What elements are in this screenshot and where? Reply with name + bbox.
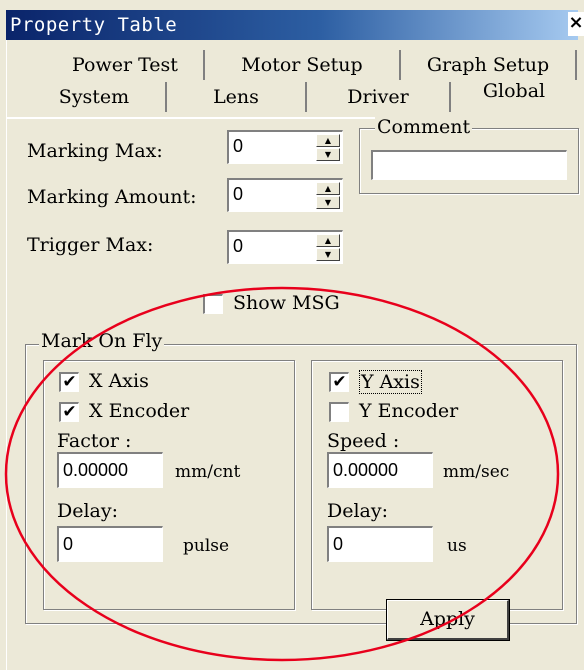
spin-down-icon[interactable]: ▼ (316, 196, 340, 209)
marking-amount-stepper[interactable]: 0 ▲ ▼ (227, 178, 343, 212)
spin-up-icon[interactable]: ▲ (316, 134, 340, 147)
factor-label: Factor : (57, 430, 132, 452)
mark-on-fly-legend: Mark On Fly (39, 330, 165, 352)
tab-power-test[interactable]: Power Test (47, 50, 205, 80)
y-encoder-checkbox[interactable] (329, 402, 349, 422)
y-axis-checkbox[interactable]: ✔ (329, 372, 349, 392)
trigger-max-label: Trigger Max: (27, 234, 154, 256)
show-msg-label: Show MSG (233, 292, 340, 314)
trigger-max-stepper[interactable]: 0 ▲ ▼ (227, 230, 343, 264)
speed-unit: mm/sec (443, 462, 510, 482)
x-delay-input[interactable]: 0 (57, 526, 163, 562)
comment-legend: Comment (375, 116, 473, 138)
y-axis-label: Y Axis (359, 370, 422, 394)
y-delay-unit: us (447, 536, 467, 556)
tab-global[interactable]: Global (451, 76, 577, 106)
marking-amount-value: 0 (233, 184, 244, 204)
x-encoder-checkbox[interactable]: ✔ (59, 402, 79, 422)
tab-lens[interactable]: Lens (167, 82, 307, 112)
y-delay-label: Delay: (327, 500, 389, 522)
tab-system[interactable]: System (23, 82, 167, 112)
trigger-max-value: 0 (233, 236, 244, 256)
marking-max-stepper[interactable]: 0 ▲ ▼ (227, 130, 343, 164)
spin-up-icon[interactable]: ▲ (316, 234, 340, 247)
window-title: Property Table (10, 14, 178, 36)
show-msg-checkbox[interactable] (203, 294, 223, 314)
marking-amount-label: Marking Amount: (27, 186, 197, 208)
close-icon[interactable]: × (568, 12, 584, 36)
y-delay-input[interactable]: 0 (327, 526, 433, 562)
x-delay-unit: pulse (183, 536, 230, 556)
comment-input[interactable] (371, 150, 567, 180)
y-encoder-label: Y Encoder (359, 400, 459, 422)
tab-motor-setup[interactable]: Motor Setup (205, 50, 401, 80)
tab-driver[interactable]: Driver (307, 82, 451, 112)
apply-button[interactable]: Apply (386, 599, 510, 641)
x-axis-checkbox[interactable]: ✔ (59, 372, 79, 392)
factor-input[interactable]: 0.00000 (57, 452, 163, 488)
speed-label: Speed : (327, 430, 400, 452)
marking-max-label: Marking Max: (27, 140, 163, 162)
spin-down-icon[interactable]: ▼ (316, 248, 340, 261)
spin-up-icon[interactable]: ▲ (316, 182, 340, 195)
factor-unit: mm/cnt (175, 462, 241, 482)
spin-down-icon[interactable]: ▼ (316, 148, 340, 161)
title-bar: Property Table (6, 10, 578, 40)
x-delay-label: Delay: (57, 500, 119, 522)
x-encoder-label: X Encoder (89, 400, 190, 422)
x-axis-label: X Axis (89, 370, 149, 392)
marking-max-value: 0 (233, 136, 244, 156)
speed-input[interactable]: 0.00000 (327, 452, 433, 488)
property-panel: Power Test Motor Setup Graph Setup Syste… (6, 40, 579, 670)
tab-row-2: System Lens Driver Global (7, 80, 577, 114)
